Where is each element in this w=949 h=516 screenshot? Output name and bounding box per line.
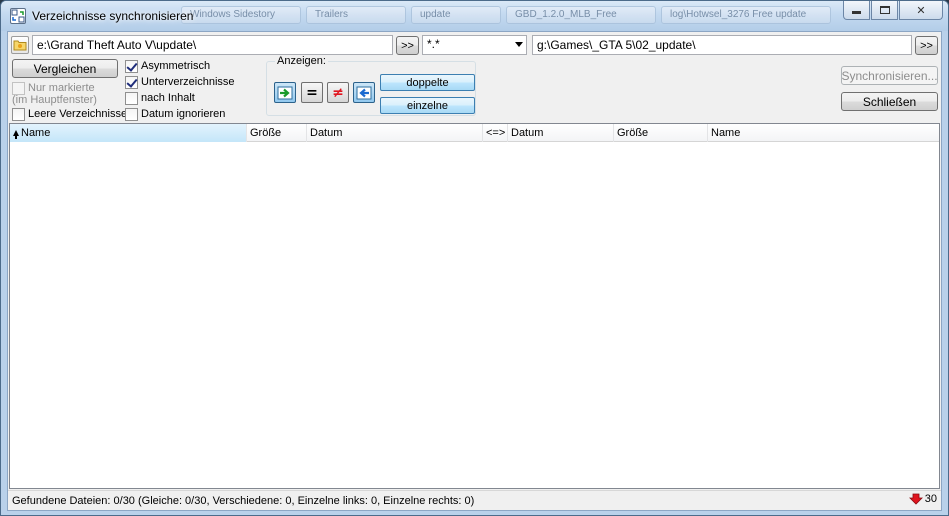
maximize-icon	[879, 6, 890, 14]
show-duplicates-button[interactable]: doppelte	[380, 74, 475, 91]
arrow-right-icon	[277, 86, 293, 99]
column-label: Größe	[617, 127, 649, 139]
sort-up-icon	[13, 130, 19, 139]
sync-dirs-icon	[10, 8, 26, 24]
column-header-left-date[interactable]: Datum	[307, 124, 483, 142]
close-button[interactable]: Schließen	[841, 92, 938, 111]
asymmetric-label: Asymmetrisch	[141, 60, 211, 72]
background-tab: Trailers	[306, 6, 406, 24]
caption-buttons: ✕	[842, 1, 943, 20]
folder-history-button[interactable]	[11, 36, 29, 54]
column-label: Größe	[250, 127, 282, 139]
show-group-title: Anzeigen:	[275, 55, 328, 67]
column-header-right-name[interactable]: Name	[708, 124, 939, 142]
title-bar[interactable]: Windows Sidestory Trailers update GBD_1.…	[1, 1, 948, 31]
close-window-button[interactable]: ✕	[899, 1, 943, 20]
compare-button[interactable]: Vergleichen	[12, 59, 118, 78]
only-marked-sublabel: (im Hauptfenster)	[12, 94, 97, 106]
arrow-left-icon	[356, 86, 372, 99]
subdirs-label: Unterverzeichnisse	[141, 76, 235, 88]
filter-mask-select[interactable]: *.*	[422, 35, 527, 55]
left-path-input[interactable]	[32, 35, 393, 55]
background-tab: update	[411, 6, 501, 24]
status-bar: Gefundene Dateien: 0/30 (Gleiche: 0/30, …	[8, 490, 941, 510]
background-tab: Windows Sidestory	[181, 6, 301, 24]
filter-mask-value: *.*	[427, 37, 440, 51]
checkbox-box[interactable]	[125, 59, 138, 73]
left-browse-button[interactable]: >>	[396, 36, 419, 55]
equal-icon: =	[306, 84, 318, 101]
minimize-button[interactable]	[843, 1, 870, 20]
folder-icon	[13, 40, 27, 51]
compare-file-list[interactable]: Name Größe Datum <=> Datum Größe Name	[9, 123, 940, 489]
checkbox-box[interactable]	[12, 81, 25, 95]
show-filter-group: Anzeigen: = ≠ doppelte einzelne	[266, 55, 476, 116]
status-file-count: 30	[908, 493, 937, 505]
right-browse-button[interactable]: >>	[915, 36, 938, 55]
column-label: Name	[711, 127, 741, 139]
only-marked-label: Nur markierte	[28, 82, 95, 94]
show-copy-left-button[interactable]	[353, 82, 375, 103]
checkbox-box[interactable]	[125, 107, 138, 121]
background-tab: log\Hotwsel_3276 Free update	[661, 6, 831, 24]
background-tab: GBD_1.2.0_MLB_Free	[506, 6, 656, 24]
window-title: Verzeichnisse synchronisieren	[32, 9, 194, 23]
right-path-input[interactable]	[532, 35, 912, 55]
sync-dialog-window: Windows Sidestory Trailers update GBD_1.…	[0, 0, 949, 516]
list-header: Name Größe Datum <=> Datum Größe Name	[10, 124, 939, 142]
column-header-right-date[interactable]: Datum	[508, 124, 614, 142]
status-text: Gefundene Dateien: 0/30 (Gleiche: 0/30, …	[12, 494, 475, 507]
ignore-date-label: Datum ignorieren	[141, 108, 226, 120]
column-header-right-size[interactable]: Größe	[614, 124, 708, 142]
ignore-date-checkbox[interactable]: Datum ignorieren	[125, 106, 225, 122]
by-content-checkbox[interactable]: nach Inhalt	[125, 90, 195, 106]
column-label: Datum	[511, 127, 544, 139]
empty-dirs-checkbox[interactable]: Leere Verzeichnisse	[12, 106, 127, 122]
not-equal-icon: ≠	[332, 84, 344, 101]
dialog-client-area: >> *.* >> Vergleichen Nur markierte (im …	[7, 31, 942, 511]
show-equal-button[interactable]: =	[301, 82, 323, 103]
status-count-value: 30	[924, 493, 937, 505]
column-label: Name	[21, 127, 51, 139]
synchronize-button[interactable]: Synchronisieren...	[841, 66, 938, 85]
checkbox-box[interactable]	[125, 75, 138, 89]
asymmetric-checkbox[interactable]: Asymmetrisch	[125, 58, 210, 74]
show-unequal-button[interactable]: ≠	[327, 82, 349, 103]
by-content-label: nach Inhalt	[141, 92, 195, 104]
chevron-down-icon	[515, 42, 523, 47]
checkbox-box[interactable]	[125, 91, 138, 105]
show-copy-right-button[interactable]	[274, 82, 296, 103]
subdirs-checkbox[interactable]: Unterverzeichnisse	[125, 74, 235, 90]
empty-dirs-label: Leere Verzeichnisse	[28, 108, 128, 120]
maximize-button[interactable]	[871, 1, 898, 20]
show-singles-button[interactable]: einzelne	[380, 97, 475, 114]
column-header-left-size[interactable]: Größe	[247, 124, 307, 142]
column-header-left-name[interactable]: Name	[10, 124, 247, 142]
red-down-arrow-icon	[908, 493, 923, 505]
column-label: Datum	[310, 127, 343, 139]
checkbox-box[interactable]	[12, 107, 25, 121]
column-label: <=>	[486, 127, 506, 139]
close-icon: ✕	[916, 3, 926, 17]
minimize-icon	[852, 11, 861, 14]
column-header-compare[interactable]: <=>	[483, 124, 508, 142]
